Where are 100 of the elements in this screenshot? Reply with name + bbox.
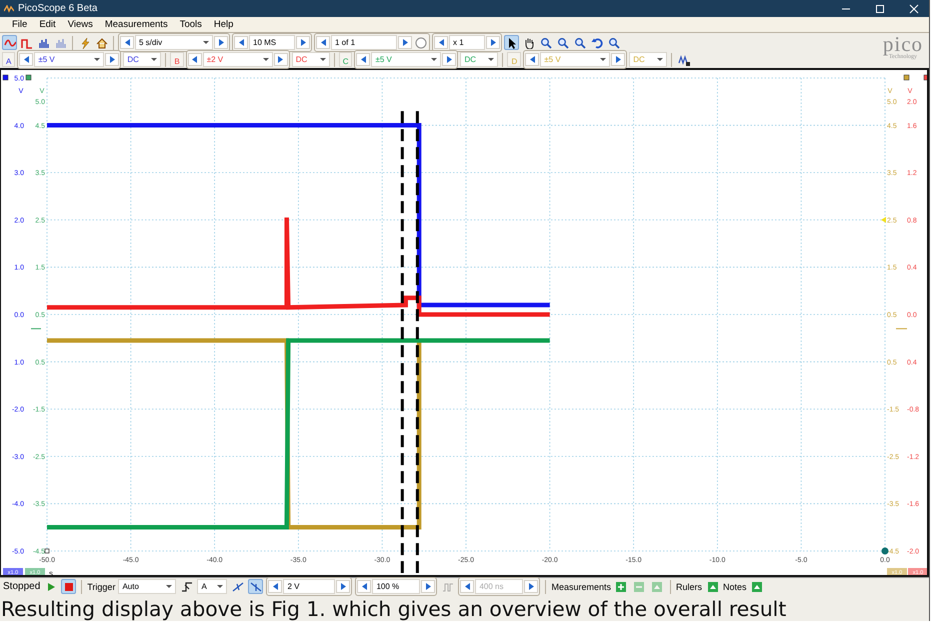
- decrease-button[interactable]: [188, 53, 202, 66]
- right-arrow-icon: [616, 56, 621, 63]
- zoom-field[interactable]: x 1: [449, 35, 485, 50]
- menu-item[interactable]: File: [6, 19, 34, 30]
- decrease-button[interactable]: [434, 36, 448, 49]
- acquisition-status: Stopped: [3, 581, 40, 592]
- compass-button[interactable]: [413, 35, 428, 50]
- plus-button[interactable]: [614, 579, 629, 594]
- magnifier-button[interactable]: [555, 35, 570, 50]
- timebase-dropdown[interactable]: 5 s/div: [135, 35, 213, 50]
- left-arrow-icon: [24, 56, 29, 63]
- increase-button[interactable]: [398, 36, 412, 49]
- decrease-button[interactable]: [525, 53, 540, 66]
- magnifier-button[interactable]: [572, 35, 587, 50]
- falling-edge-icon: [250, 580, 262, 592]
- right-arrow-icon: [446, 56, 452, 63]
- magnifier-button[interactable]: [538, 35, 553, 50]
- range-dropdown[interactable]: ±5 V: [34, 52, 104, 67]
- coupling-dropdown[interactable]: DC: [292, 52, 330, 67]
- decrease-button[interactable]: [120, 36, 134, 49]
- increase-button[interactable]: [442, 53, 456, 66]
- maximize-icon[interactable]: [875, 4, 886, 14]
- increase-button[interactable]: [421, 580, 436, 593]
- menu-item[interactable]: Measurements: [98, 19, 174, 30]
- samples-field[interactable]: 10 MS: [249, 35, 295, 50]
- bar-graph-icon: [54, 36, 66, 48]
- left-arrow-icon: [238, 39, 244, 46]
- magnifier-button[interactable]: [606, 35, 621, 50]
- increase-button[interactable]: [611, 53, 626, 66]
- channel-button[interactable]: B: [170, 52, 184, 67]
- decrease-button[interactable]: [460, 580, 474, 593]
- triangle-up-icon: [706, 580, 718, 592]
- range-dropdown[interactable]: ±2 V: [202, 52, 273, 67]
- measurements-label: Measurements: [551, 582, 611, 592]
- x-unit-label: s: [49, 569, 53, 577]
- hand-icon: [522, 36, 534, 48]
- left-arrow-icon: [438, 39, 444, 46]
- compass-icon: [414, 36, 426, 48]
- channel-button[interactable]: A: [2, 52, 16, 67]
- coupling-dropdown[interactable]: DC: [123, 52, 162, 67]
- caption-text: Resulting display above is Fig 1. which gives an overview of the overall result: [0, 596, 788, 621]
- double-pulse-icon: [442, 580, 454, 592]
- left-arrow-icon: [192, 56, 198, 63]
- stop-button[interactable]: [61, 579, 76, 594]
- left-arrow-icon: [362, 583, 367, 590]
- decrease-button[interactable]: [234, 36, 248, 49]
- pre-trigger-field[interactable]: 100 %: [372, 579, 420, 594]
- threshold-field[interactable]: 2 V: [283, 579, 336, 594]
- buffer-field[interactable]: 1 of 1: [331, 35, 397, 50]
- left-arrow-icon: [360, 56, 366, 63]
- menu-item[interactable]: Tools: [174, 19, 208, 30]
- right-arrow-icon: [278, 56, 284, 63]
- close-icon[interactable]: [909, 4, 920, 14]
- offset-marker[interactable]: [30, 328, 42, 330]
- increase-button[interactable]: [274, 53, 288, 66]
- left-arrow-icon: [530, 56, 535, 63]
- decrease-button[interactable]: [316, 36, 330, 49]
- signal-generator-icon: [678, 54, 690, 66]
- magnifier-icon: [608, 36, 620, 48]
- trigger-mode-dropdown[interactable]: Auto: [118, 579, 176, 594]
- increase-button[interactable]: [336, 580, 350, 593]
- menu-item[interactable]: Help: [208, 19, 240, 30]
- triangle-up-button[interactable]: [705, 579, 720, 594]
- right-arrow-icon: [528, 583, 534, 590]
- magnifier-icon: [574, 36, 586, 48]
- window-title: PicoScope 6 Beta: [18, 3, 98, 14]
- right-arrow-icon: [402, 39, 408, 46]
- right-arrow-icon: [426, 583, 431, 590]
- decrease-button[interactable]: [357, 580, 372, 593]
- trigger-channel-dropdown[interactable]: A: [197, 579, 228, 594]
- increase-button[interactable]: [486, 36, 500, 49]
- triangle-up-button[interactable]: [750, 579, 765, 594]
- right-arrow-icon: [340, 583, 346, 590]
- left-arrow-icon: [320, 39, 326, 46]
- increase-button[interactable]: [296, 36, 310, 49]
- increase-button[interactable]: [105, 53, 120, 66]
- decrease-button[interactable]: [268, 580, 282, 593]
- decrease-button[interactable]: [356, 53, 370, 66]
- pointer-button[interactable]: [504, 35, 519, 50]
- left-arrow-icon: [464, 583, 470, 590]
- waveform-icon: [4, 36, 16, 48]
- menu-item[interactable]: Views: [62, 19, 99, 30]
- right-arrow-icon: [490, 39, 496, 46]
- falling-edge-button[interactable]: [248, 579, 264, 594]
- increase-button[interactable]: [214, 36, 228, 49]
- offset-marker[interactable]: [896, 328, 908, 330]
- triangle-up-icon: [751, 580, 764, 592]
- step-pulse-icon: [180, 580, 193, 592]
- trigger-point-icon[interactable]: [882, 548, 888, 554]
- brand-logo: pico: [882, 34, 924, 54]
- minus-icon: [633, 580, 646, 592]
- increase-button[interactable]: [524, 580, 538, 593]
- house-icon: [96, 36, 108, 48]
- notes-label: Notes: [723, 582, 747, 592]
- decrease-button[interactable]: [19, 53, 34, 66]
- left-arrow-icon: [124, 39, 130, 46]
- magnifier-icon: [540, 36, 552, 48]
- left-arrow-icon: [272, 583, 278, 590]
- menu-item[interactable]: Edit: [33, 19, 62, 30]
- origin-square-icon: [44, 548, 50, 554]
